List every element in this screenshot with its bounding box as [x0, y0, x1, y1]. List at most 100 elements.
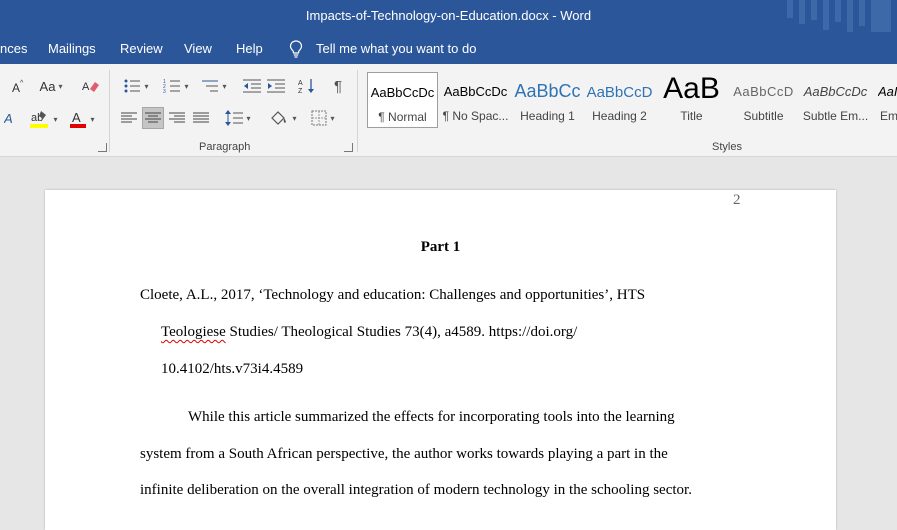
chevron-down-icon: ▾: [53, 114, 58, 124]
text-effects-button[interactable]: A: [0, 108, 20, 128]
change-case-button[interactable]: Aa ▾: [34, 76, 68, 96]
decrease-indent-button[interactable]: [242, 76, 262, 96]
chevron-down-icon: ▾: [58, 81, 63, 91]
style-preview: AaBbCcDc: [803, 84, 868, 99]
change-case-label: Aa: [39, 78, 56, 94]
line-spacing-button[interactable]: ▾: [222, 108, 254, 128]
tab-review[interactable]: Review: [120, 41, 163, 56]
style-name: Heading 2: [592, 109, 647, 123]
highlight-color-button[interactable]: ab ▾: [24, 108, 62, 130]
style-normal[interactable]: AaBbCcDc ¶ Normal: [367, 72, 438, 128]
document-page[interactable]: 2 Part 1 Cloete, A.L., 2017, ‘Technology…: [45, 190, 836, 530]
group-separator: [109, 70, 110, 152]
paragraph-dialog-launcher[interactable]: [344, 143, 353, 152]
decrease-indent-icon: [243, 79, 261, 93]
tab-help[interactable]: Help: [236, 41, 263, 56]
document-canvas[interactable]: 2 Part 1 Cloete, A.L., 2017, ‘Technology…: [0, 158, 897, 530]
style-heading-1[interactable]: AaBbCc Heading 1: [512, 72, 583, 128]
paint-bucket-icon: [271, 111, 287, 125]
align-left-button[interactable]: [118, 108, 140, 128]
reference-line-2-text: Studies/ Theological Studies 73(4), a458…: [225, 324, 578, 340]
body-line-1: While this article summarized the effect…: [188, 409, 675, 425]
align-right-icon: [169, 112, 185, 123]
align-left-icon: [121, 112, 137, 123]
chevron-down-icon: ▾: [184, 81, 189, 91]
style-name: Em: [880, 109, 897, 123]
reference-line-1: Cloete, A.L., 2017, ‘Technology and educ…: [140, 287, 646, 303]
svg-text:A: A: [298, 80, 303, 87]
body-line-3: infinite deliberation on the overall int…: [140, 482, 692, 498]
style-preview: AaI: [878, 84, 897, 99]
chevron-down-icon: ▾: [292, 113, 297, 123]
svg-text:^: ^: [20, 80, 24, 87]
font-dialog-launcher[interactable]: [98, 143, 107, 152]
show-formatting-marks-button[interactable]: ¶: [328, 76, 348, 96]
line-spacing-icon: [225, 110, 244, 126]
text-effects-icon: A: [4, 111, 13, 126]
svg-text:A: A: [4, 111, 13, 126]
section-heading: Part 1: [420, 239, 461, 255]
style-name: Heading 1: [520, 109, 575, 123]
align-right-button[interactable]: [166, 108, 188, 128]
reference-line-3: 10.4102/hts.v73i4.4589: [161, 361, 304, 377]
chevron-down-icon: ▾: [90, 114, 95, 124]
svg-text:A: A: [12, 81, 20, 94]
style-preview: AaBbCc: [514, 81, 581, 101]
grow-font-button[interactable]: A ^: [8, 76, 26, 96]
style-subtitle[interactable]: AaBbCcD Subtitle: [728, 72, 799, 128]
sort-icon: A Z: [298, 79, 314, 94]
style-name: ¶ No Spac...: [442, 109, 509, 123]
pilcrow-icon: ¶: [333, 77, 343, 95]
window-title: Impacts-of-Technology-on-Education.docx …: [305, 8, 592, 23]
style-preview: AaBbCcDc: [370, 85, 435, 100]
justify-button[interactable]: [190, 108, 212, 128]
style-title[interactable]: AaB Title: [656, 72, 727, 128]
align-center-button[interactable]: [142, 107, 164, 129]
borders-icon: [311, 110, 327, 126]
tell-me-search[interactable]: Tell me what you want to do: [316, 41, 476, 56]
style-name: Subtitle: [743, 109, 784, 123]
style-heading-2[interactable]: AaBbCcD Heading 2: [584, 72, 655, 128]
style-name: Subtle Em...: [802, 109, 869, 123]
svg-text:A: A: [72, 110, 81, 125]
increase-indent-button[interactable]: [266, 76, 286, 96]
tab-view[interactable]: View: [184, 41, 212, 56]
style-name: Title: [680, 109, 703, 123]
sort-button[interactable]: A Z: [296, 76, 318, 96]
font-color-icon: A: [70, 110, 87, 128]
bullet-list-icon: [124, 79, 141, 93]
misspelled-word[interactable]: Teologiese: [161, 324, 226, 340]
highlighter-icon: ab: [30, 111, 49, 128]
style-no-spacing[interactable]: AaBbCcDc ¶ No Spac...: [440, 72, 511, 128]
borders-button[interactable]: ▾: [306, 108, 340, 128]
numbering-button[interactable]: 1 2 3 ▾: [158, 76, 194, 96]
svg-text:3: 3: [163, 89, 166, 94]
font-color-button[interactable]: A ▾: [64, 108, 100, 130]
tab-references[interactable]: nces: [0, 41, 27, 56]
ribbon-tabs: nces Mailings Review View Help Tell me w…: [0, 32, 897, 64]
paragraph-group-label: Paragraph: [199, 141, 251, 153]
grow-font-icon: A ^: [12, 80, 24, 94]
style-subtle-emphasis[interactable]: AaBbCcDc Subtle Em...: [800, 72, 871, 128]
shading-button[interactable]: ▾: [266, 108, 300, 128]
style-emphasis[interactable]: AaI Em: [872, 72, 897, 128]
title-decoration: [787, 0, 891, 32]
clear-formatting-button[interactable]: A: [80, 76, 102, 96]
svg-text:Z: Z: [298, 88, 303, 94]
styles-group-label: Styles: [712, 141, 742, 153]
tab-mailings[interactable]: Mailings: [48, 41, 96, 56]
bullets-button[interactable]: ▾: [118, 76, 154, 96]
multilevel-list-icon: [202, 80, 219, 92]
align-center-icon: [145, 112, 161, 123]
chevron-down-icon: ▾: [330, 113, 335, 123]
multilevel-list-button[interactable]: ▾: [196, 76, 232, 96]
styles-gallery: AaBbCcDc ¶ Normal AaBbCcDc ¶ No Spac... …: [367, 72, 897, 128]
chevron-down-icon: ▾: [144, 81, 149, 91]
chevron-down-icon: ▾: [246, 113, 251, 123]
style-preview: AaBbCcD: [586, 84, 653, 101]
numbered-list-icon: 1 2 3: [163, 79, 181, 94]
style-name: ¶ Normal: [378, 110, 427, 124]
justify-icon: [193, 112, 209, 123]
style-preview: AaBbCcD: [733, 84, 794, 99]
svg-text:A: A: [82, 81, 90, 93]
